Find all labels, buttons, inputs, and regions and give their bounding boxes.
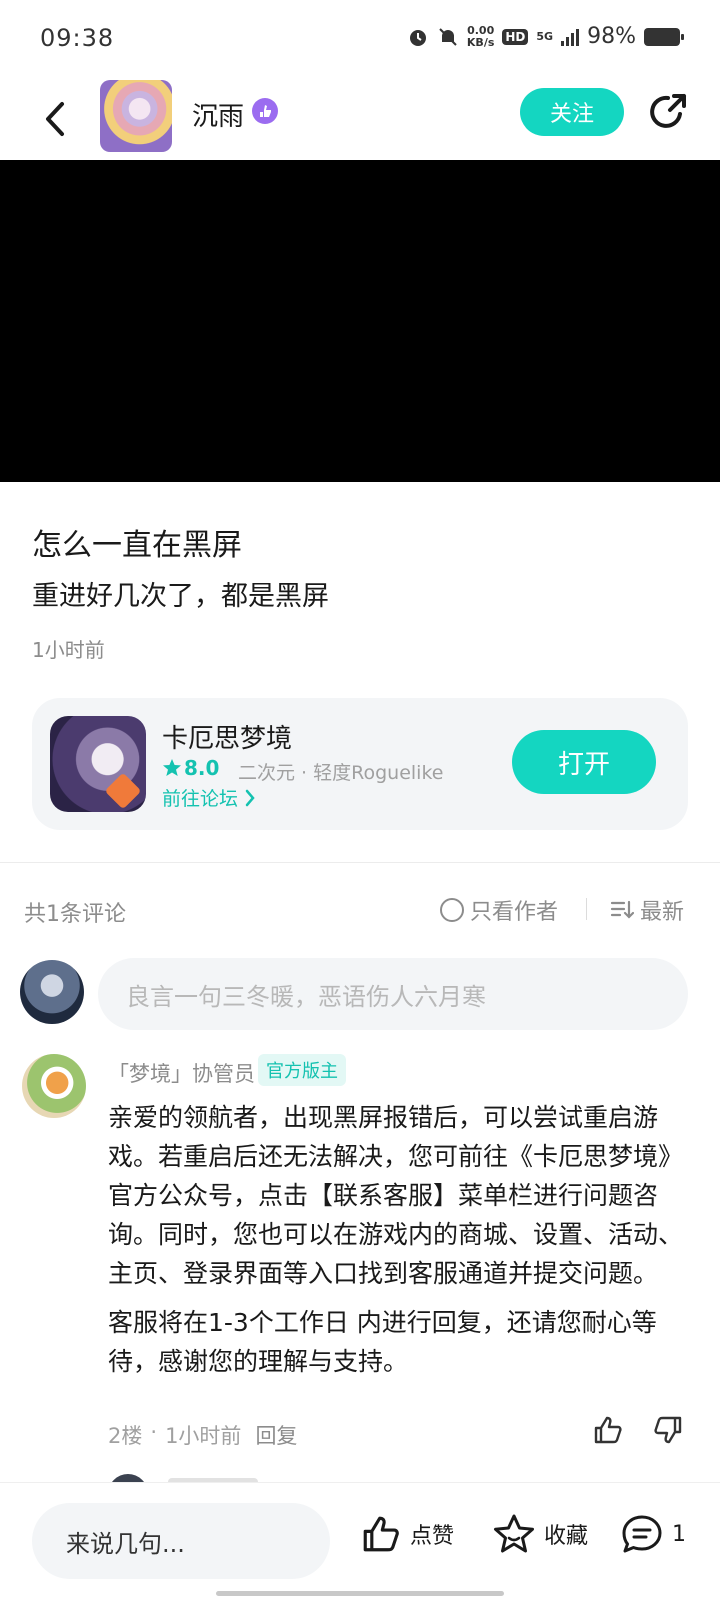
game-rating-value: 8.0 [184, 756, 220, 780]
star-icon [163, 759, 181, 776]
thumbs-up-icon[interactable] [360, 1513, 402, 1555]
status-icons: 0.00 KB/s HD 5G 98% [407, 23, 684, 49]
comment-input[interactable]: 良言一句三冬暖，恶语伤人六月寒 [98, 958, 688, 1030]
sort-toggle[interactable]: 最新 [610, 894, 684, 926]
game-icon[interactable] [50, 716, 146, 812]
comment-button[interactable]: 1 [620, 1513, 686, 1555]
game-tags: 二次元 · 轻度Roguelike [238, 762, 444, 784]
back-icon[interactable] [36, 94, 76, 144]
comment-author[interactable]: 「梦境」协管员 [108, 1058, 255, 1088]
post-header: 沉雨 关注 [0, 80, 720, 160]
forum-link-label[interactable]: 前往论坛 [162, 784, 238, 811]
net-speed: 0.00 KB/s [466, 23, 495, 49]
comment-text: 亲爱的领航者，出现黑屏报错后，可以尝试重启游戏。若重启后还无法解决，您可前往《卡… [108, 1098, 688, 1381]
mute-bell-icon [439, 27, 457, 46]
comment-avatar[interactable] [22, 1054, 86, 1118]
signal-icon [561, 28, 580, 46]
status-time: 09:38 [40, 24, 115, 52]
author-avatar[interactable] [100, 80, 172, 152]
author-only-label[interactable]: 只看作者 [470, 894, 558, 926]
moderator-badge: 官方版主 [258, 1054, 346, 1086]
network-type: 5G [536, 30, 554, 43]
home-indicator[interactable] [216, 1591, 504, 1596]
comment-time: 1小时前 [165, 1424, 242, 1448]
open-game-button[interactable]: 打开 [512, 730, 656, 794]
bottom-comment-input[interactable]: 来说几句... [32, 1503, 330, 1579]
star-outline-icon[interactable] [492, 1513, 536, 1555]
share-icon[interactable] [646, 90, 690, 134]
alarm-icon [409, 29, 426, 46]
game-card[interactable]: 卡厄思梦境 8.0 二次元 · 轻度Roguelike 前往论坛 打开 [32, 698, 688, 830]
post-body: 重进好几次了，都是黑屏 [32, 581, 329, 612]
comment-floor: 2楼 [108, 1424, 143, 1448]
favorite-button[interactable]: 收藏 [492, 1513, 588, 1555]
verified-icon [252, 98, 278, 124]
comment-count: 共1条评论 [24, 902, 126, 927]
next-comment-peek [0, 1462, 720, 1482]
comment-paragraph: 亲爱的领航者，出现黑屏报错后，可以尝试重启游戏。若重启后还无法解决，您可前往《卡… [108, 1103, 684, 1288]
follow-button[interactable]: 关注 [520, 88, 624, 136]
chevron-right-icon [245, 789, 255, 806]
section-divider [0, 862, 720, 863]
reply-button[interactable]: 回复 [255, 1420, 297, 1450]
battery-text: 98% [587, 24, 636, 49]
like-button[interactable]: 点赞 [360, 1513, 454, 1555]
forum-link[interactable]: 前往论坛 [162, 784, 256, 811]
peek-avatar [108, 1474, 148, 1482]
hd-badge: HD [502, 28, 529, 45]
sort-label[interactable]: 最新 [640, 894, 684, 926]
post-time: 1小时前 [32, 638, 105, 662]
battery-icon [644, 27, 684, 46]
filter-separator [586, 898, 587, 920]
bottom-action-bar: 来说几句... 点赞 收藏 1 [0, 1482, 720, 1600]
author-only-filter[interactable]: 只看作者 [440, 894, 558, 926]
thumbs-up-icon[interactable] [592, 1414, 624, 1446]
post-title: 怎么一直在黑屏 [32, 528, 242, 563]
game-name: 卡厄思梦境 [162, 724, 293, 754]
comment-bubble-icon[interactable] [620, 1513, 664, 1555]
status-bar: 09:38 0.00 KB/s HD 5G 98% [0, 0, 720, 80]
comment-count-badge[interactable]: 1 [672, 1522, 686, 1547]
comment-meta: 2楼 · 1小时前 回复 [108, 1420, 298, 1450]
thumbs-down-icon[interactable] [652, 1414, 684, 1446]
favorite-label[interactable]: 收藏 [544, 1518, 588, 1550]
my-avatar [20, 960, 84, 1024]
author-name[interactable]: 沉雨 [192, 96, 244, 133]
video-player[interactable] [0, 160, 720, 482]
comment-paragraph: 客服将在1-3个工作日 内进行回复，还请您耐心等待，感谢您的理解与支持。 [108, 1308, 657, 1376]
game-rating: 8.0 [162, 756, 219, 780]
sort-icon [610, 900, 634, 919]
radio-icon[interactable] [440, 898, 464, 922]
like-label[interactable]: 点赞 [410, 1518, 454, 1550]
